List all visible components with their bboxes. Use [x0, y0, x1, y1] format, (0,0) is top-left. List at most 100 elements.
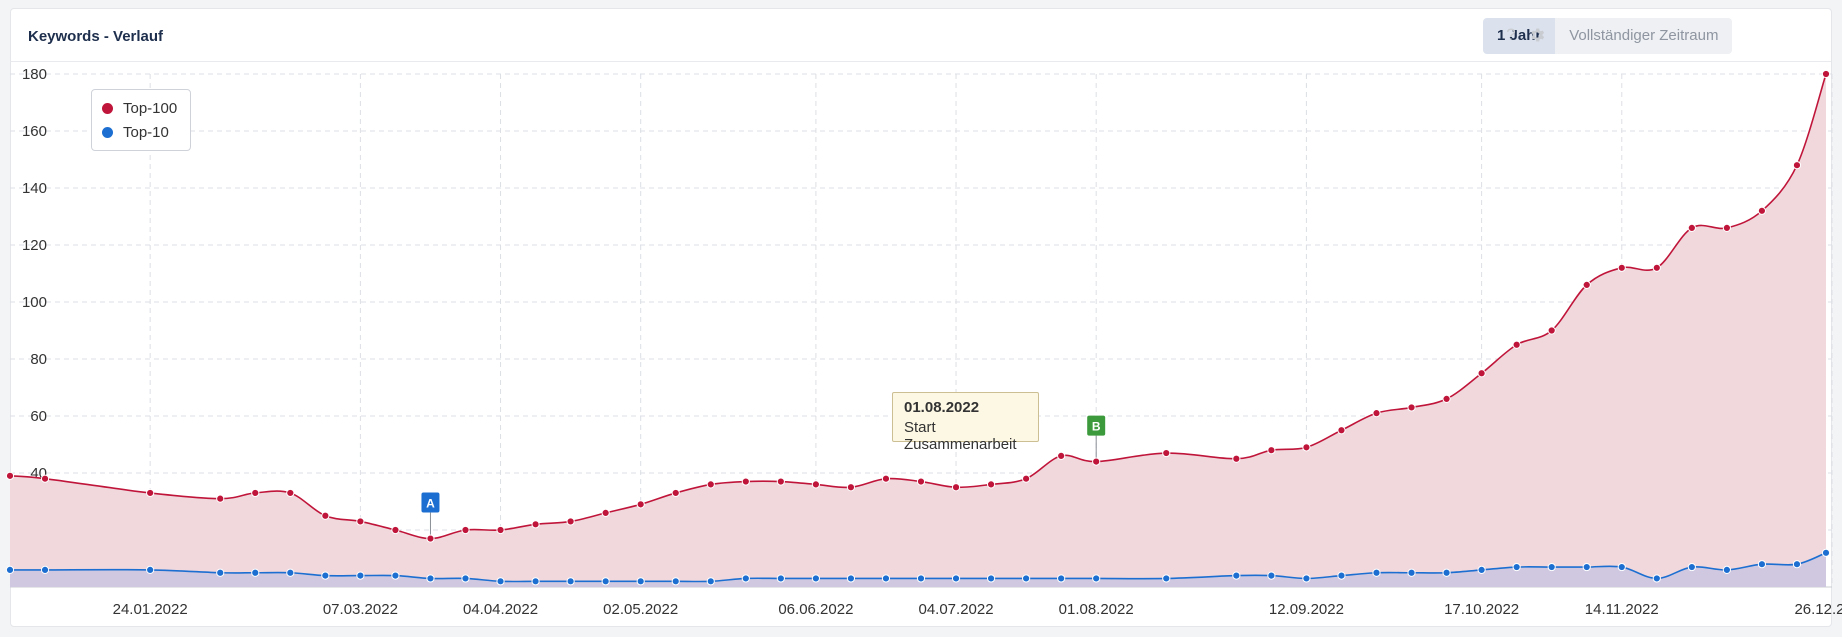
top-100-point: [1722, 223, 1731, 232]
top-10-point: [881, 574, 891, 583]
x-tick-label: 26.12.2022: [1794, 601, 1842, 618]
top-100-point: [951, 483, 961, 492]
top-10-point: [40, 565, 50, 575]
top-10-point: [1547, 562, 1556, 572]
top-10-point: [1057, 574, 1066, 583]
top-10-point: [356, 571, 365, 580]
top-100-point: [1617, 263, 1626, 272]
top-10-point: [426, 574, 435, 583]
top-10-point: [1337, 571, 1346, 580]
top-100-point: [671, 488, 680, 498]
top-10-point: [1372, 568, 1381, 577]
y-tick-label: 140: [22, 180, 47, 197]
top-100-point: [1232, 454, 1241, 463]
event-tooltip: 01.08.2022 Start Zusammenarbeit: [892, 392, 1039, 453]
top-10-point: [391, 571, 400, 580]
y-tick-label: 100: [22, 294, 47, 311]
top-100-point: [1652, 263, 1661, 272]
top-100-point: [706, 480, 715, 489]
top-10-point: [636, 577, 645, 586]
top-100-point: [986, 480, 996, 489]
legend-item-top-10[interactable]: Top-10: [92, 120, 190, 144]
x-tick-label: 07.03.2022: [323, 601, 398, 618]
top-10-point: [566, 577, 575, 586]
top-100-point: [1337, 426, 1346, 435]
x-tick-label: 17.10.2022: [1444, 601, 1519, 618]
top-10-point: [846, 574, 856, 583]
top-10-point: [1232, 571, 1241, 580]
y-tick-label: 180: [22, 66, 47, 83]
top-10-point: [1512, 562, 1521, 572]
x-tick-label: 01.08.2022: [1059, 601, 1134, 618]
top-100-point: [566, 517, 575, 526]
top-10-point: [1617, 562, 1626, 572]
top-100-point: [916, 477, 926, 486]
top-10-point: [216, 568, 225, 577]
top-100-marker-icon: [102, 102, 113, 114]
top-100-point: [1477, 369, 1486, 378]
top-100-point: [1821, 69, 1831, 79]
top-10-point: [951, 574, 961, 583]
legend-label-top-10: Top-10: [123, 123, 169, 141]
top-10-point: [1442, 568, 1451, 577]
top-100-point: [1162, 448, 1171, 458]
top-100-point: [1407, 403, 1416, 412]
x-tick-label: 04.07.2022: [918, 601, 993, 618]
x-tick-label: 24.01.2022: [113, 601, 188, 618]
top-100-point: [321, 511, 330, 520]
y-tick-label: 60: [30, 408, 47, 425]
y-tick-label: 120: [22, 237, 47, 254]
top-100-point: [1092, 457, 1101, 466]
top-100-point: [1057, 451, 1066, 460]
y-tick-label: 160: [22, 123, 47, 140]
top-10-point: [146, 565, 155, 575]
top-10-point: [5, 565, 15, 575]
top-10-point: [671, 577, 680, 586]
annotation-flag-label: B: [1092, 420, 1101, 434]
top-100-point: [1267, 446, 1276, 455]
top-10-point: [1477, 565, 1486, 575]
top-100-point: [1372, 409, 1381, 418]
top-100-point: [741, 477, 750, 486]
top-10-point: [1652, 574, 1661, 583]
y-tick-label: 80: [30, 351, 47, 368]
tooltip-date: 01.08.2022: [904, 399, 980, 416]
top-10-point: [706, 577, 715, 586]
top-100-point: [811, 480, 820, 489]
top-10-point: [496, 577, 505, 586]
legend-label-top-100: Top-100: [123, 99, 178, 117]
top-10-point: [461, 574, 470, 583]
top-10-marker-icon: [102, 126, 113, 138]
top-100-point: [1792, 161, 1802, 170]
top-100-point: [286, 488, 295, 498]
top-10-point: [916, 574, 926, 583]
top-10-point: [601, 577, 610, 586]
top-10-point: [1267, 571, 1276, 580]
legend-item-top-100[interactable]: Top-100: [92, 96, 190, 120]
top-10-point: [1792, 560, 1802, 569]
top-10-point: [1407, 568, 1416, 577]
top-10-point: [741, 574, 750, 583]
top-100-point: [356, 517, 365, 526]
top-100-point: [216, 494, 225, 503]
x-tick-label: 06.06.2022: [778, 601, 853, 618]
top-100-point: [636, 500, 645, 509]
top-100-point: [1687, 223, 1696, 232]
top-100-point: [1302, 443, 1311, 452]
top-10-point: [776, 574, 785, 583]
top-100-point: [1512, 340, 1521, 349]
top-10-point: [811, 574, 820, 583]
top-10-point: [1092, 574, 1101, 583]
x-tick-label: 12.09.2022: [1269, 601, 1344, 618]
top-10-point: [286, 568, 295, 577]
tooltip-text: Start Zusammenarbeit: [904, 419, 1017, 453]
top-100-point: [776, 477, 785, 486]
top-100-point: [461, 525, 470, 535]
top-100-point: [251, 488, 260, 498]
top-100-point: [1442, 394, 1451, 403]
top-10-point: [1757, 560, 1767, 569]
top-10-point: [1582, 562, 1591, 572]
top-100-point: [1022, 474, 1031, 483]
top-100-point: [601, 508, 610, 518]
top-10-point: [986, 574, 996, 583]
